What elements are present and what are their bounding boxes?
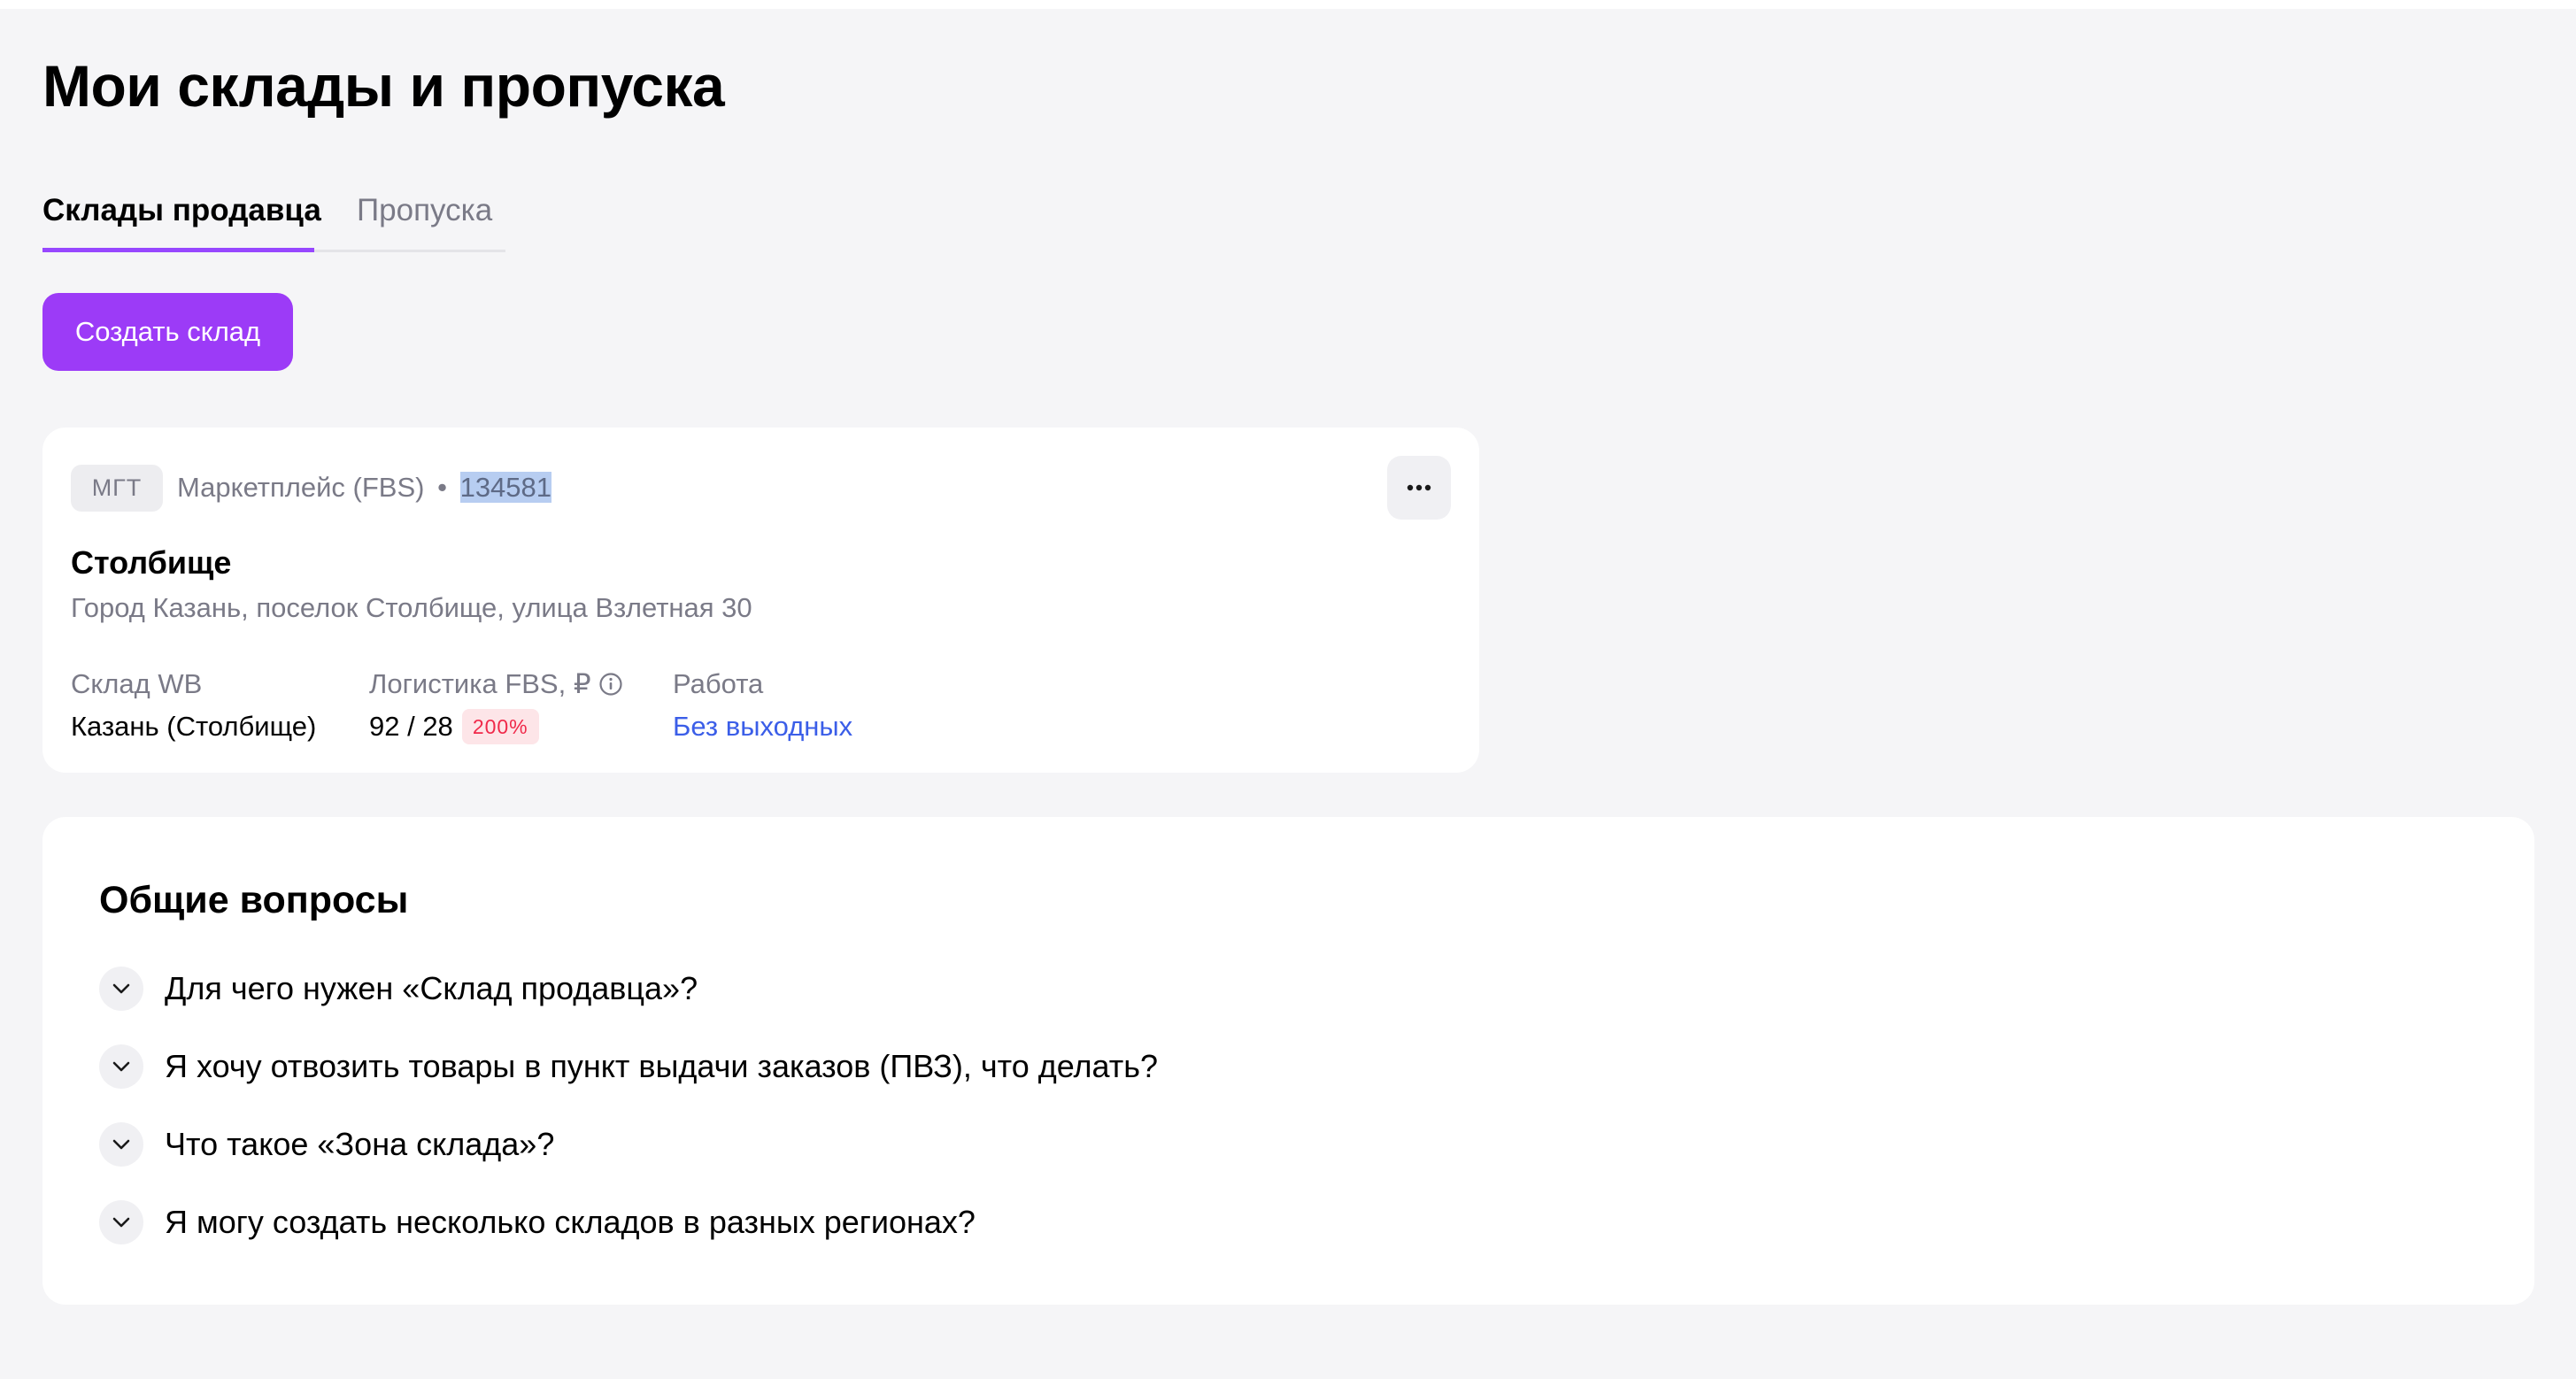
wb-warehouse-value: Казань (Столбище) [71,711,317,742]
warehouse-id[interactable]: 134581 [459,472,552,503]
more-horizontal-icon [1407,484,1431,491]
faq-item[interactable]: Что такое «Зона склада»? [99,1120,554,1169]
top-edge [0,0,2576,9]
faq-question: Для чего нужен «Склад продавца»? [165,970,698,1006]
warehouse-tag: МГТ [71,465,163,512]
warehouse-type: Маркетплейс (FBS) [177,472,425,503]
logistics-value-row: 92 / 28 200% [369,707,623,746]
wb-warehouse-label: Склад WB [71,668,203,699]
tab-bar: Склады продавца Пропуска [42,188,505,252]
warehouse-name: Столбище [71,544,232,581]
warehouse-card: МГТ Маркетплейс (FBS) • 134581 Столбище … [42,428,1479,773]
chevron-down-icon[interactable] [99,1044,143,1089]
logistics-label-row: Логистика FBS, ₽ [369,665,623,704]
wb-warehouse-column: Склад WB Казань (Столбище) [71,665,316,746]
work-schedule-link[interactable]: Без выходных [673,707,852,746]
faq-section: Общие вопросы Для чего нужен «Склад прод… [42,817,2534,1305]
logistics-column: Логистика FBS, ₽ 92 / 28 200% [369,665,623,746]
faq-title: Общие вопросы [99,879,409,921]
faq-question: Я хочу отвозить товары в пункт выдачи за… [165,1048,1159,1084]
work-label: Работа [673,668,764,699]
warehouse-meta: Маркетплейс (FBS) • 134581 [177,468,552,507]
tab-passes[interactable]: Пропуска [357,188,492,250]
logistics-coefficient-badge: 200% [461,709,539,744]
more-actions-button[interactable] [1387,456,1451,520]
faq-question: Я могу создать несколько складов в разны… [165,1204,976,1240]
faq-item[interactable]: Для чего нужен «Склад продавца»? [99,964,698,1013]
create-warehouse-button[interactable]: Создать склад [42,293,293,371]
chevron-down-icon[interactable] [99,1122,143,1167]
logistics-value: 92 / 28 [369,711,453,742]
faq-item[interactable]: Я хочу отвозить товары в пункт выдачи за… [99,1042,1158,1091]
info-icon[interactable] [598,672,623,697]
warehouse-address: Город Казань, поселок Столбище, улица Вз… [71,592,752,623]
faq-question: Что такое «Зона склада»? [165,1126,555,1162]
chevron-down-icon[interactable] [99,967,143,1011]
meta-separator: • [437,472,447,503]
chevron-down-icon[interactable] [99,1200,143,1244]
logistics-label: Логистика FBS, ₽ [369,668,591,699]
tab-seller-warehouses[interactable]: Склады продавца [42,188,321,252]
page-title: Мои склады и пропуска [42,53,725,119]
faq-item[interactable]: Я могу создать несколько складов в разны… [99,1198,976,1247]
work-column: Работа Без выходных [673,665,852,746]
